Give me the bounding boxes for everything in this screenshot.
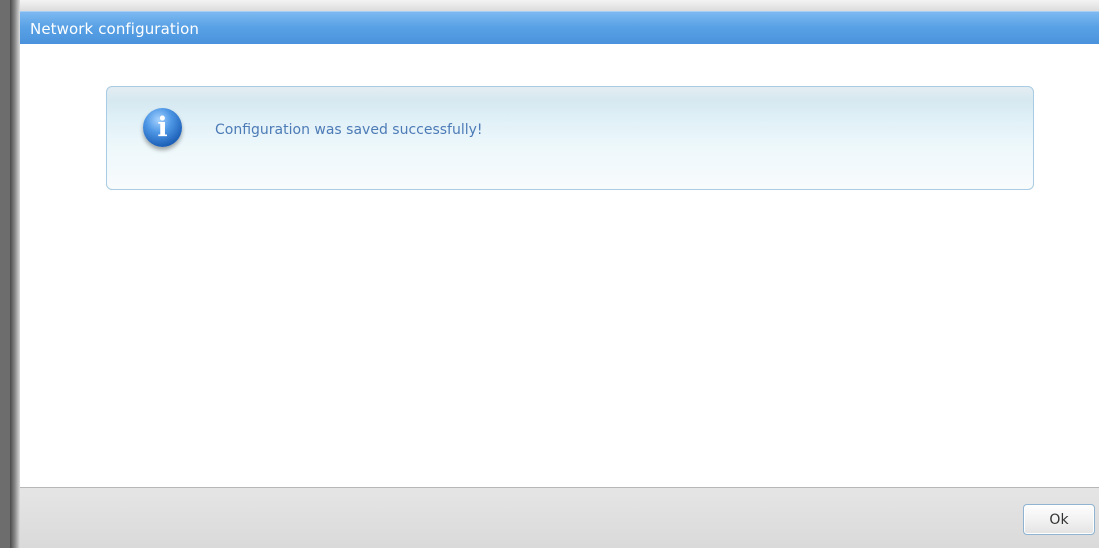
window-top-edge — [20, 0, 1099, 11]
info-icon-glyph: i — [157, 112, 168, 143]
info-icon: i — [143, 108, 182, 147]
dialog-footer: Ok — [20, 487, 1099, 548]
dialog-content: i Configuration was saved successfully! — [20, 44, 1099, 487]
dialog-title: Network configuration — [30, 20, 199, 38]
info-message-box: i Configuration was saved successfully! — [106, 86, 1034, 190]
info-message-text: Configuration was saved successfully! — [215, 122, 483, 138]
window-left-edge — [10, 0, 20, 548]
network-configuration-dialog: Network configuration i Configuration wa… — [0, 0, 1099, 548]
dialog-title-bar[interactable]: Network configuration — [20, 11, 1099, 44]
ok-button[interactable]: Ok — [1023, 504, 1095, 535]
